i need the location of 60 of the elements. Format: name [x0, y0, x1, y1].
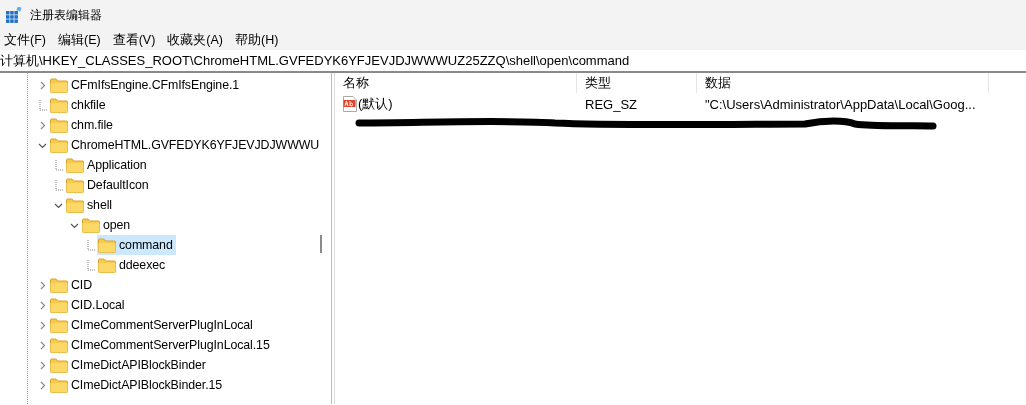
tree-connector-line — [86, 259, 95, 271]
chevron-right-icon[interactable] — [38, 80, 47, 90]
tree-connector-line — [86, 239, 95, 251]
folder-icon — [98, 237, 116, 253]
chevron-right-icon[interactable] — [38, 120, 47, 130]
menu-item[interactable]: 帮助(H) — [229, 31, 285, 49]
chevron-right-icon[interactable] — [38, 340, 47, 350]
tree-item[interactable]: ddeexec — [97, 255, 169, 275]
menu-item[interactable]: 编辑(E) — [51, 31, 107, 49]
folder-icon — [50, 377, 68, 393]
tree-item[interactable]: CID — [49, 275, 96, 295]
tree-item[interactable]: CImeCommentServerPlugInLocal.15 — [49, 335, 273, 355]
folder-icon — [66, 177, 84, 193]
tree-item[interactable]: CImeDictAPIBlockBinder.15 — [49, 375, 226, 395]
value-data: "C:\Users\Administrator\AppData\Local\Goog... — [704, 96, 977, 112]
chevron-right-icon[interactable] — [38, 380, 47, 390]
chevron-right-icon[interactable] — [38, 320, 47, 330]
tree-connector-line — [54, 179, 63, 191]
tree-item[interactable]: CID.Local — [49, 295, 128, 315]
value-type: REG_SZ — [584, 96, 638, 112]
folder-icon — [50, 97, 68, 113]
folder-icon — [50, 77, 68, 93]
window-title: 注册表编辑器 — [30, 6, 102, 24]
scrollbar-thumb[interactable] — [320, 235, 322, 253]
folder-icon — [82, 217, 100, 233]
tree-item[interactable]: DefaultIcon — [65, 175, 152, 195]
folder-icon — [50, 297, 68, 313]
folder-icon — [66, 197, 84, 213]
tree-connector-line — [38, 99, 47, 111]
menu-item[interactable]: 查看(V) — [106, 31, 162, 49]
tree-item[interactable]: command — [97, 235, 176, 255]
tree-item[interactable]: shell — [65, 195, 115, 215]
chevron-right-icon[interactable] — [38, 360, 47, 370]
folder-icon — [98, 257, 116, 273]
folder-icon — [50, 317, 68, 333]
folder-icon — [50, 277, 68, 293]
column-header[interactable]: 名称 — [335, 73, 577, 93]
tree-item[interactable]: chm.file — [49, 115, 116, 135]
tree-item[interactable]: ChromeHTML.GVFEDYK6YFJEVJDJWWWU — [49, 135, 323, 155]
tree-item[interactable]: open — [81, 215, 134, 235]
tree-item[interactable]: chkfile — [49, 95, 109, 115]
menu-item[interactable]: 收藏夹(A) — [161, 31, 229, 49]
column-header[interactable]: 数据 — [697, 73, 989, 93]
tree-item[interactable]: CImeDictAPIBlockBinder — [49, 355, 209, 375]
menu-item[interactable]: 文件(F) — [0, 31, 52, 49]
tree-item[interactable]: CFmIfsEngine.CFmIfsEngine.1 — [49, 75, 243, 95]
string-value-icon — [343, 96, 357, 112]
chevron-right-icon[interactable] — [38, 300, 47, 310]
tree-item[interactable]: CImeCommentServerPlugInLocal — [49, 315, 256, 335]
tree-item[interactable]: Application — [65, 155, 150, 175]
folder-icon — [66, 157, 84, 173]
folder-icon — [50, 117, 68, 133]
value-name: (默认) — [358, 95, 393, 113]
folder-icon — [50, 337, 68, 353]
app-icon — [6, 7, 22, 23]
tree-connector-line — [54, 159, 63, 171]
folder-icon — [50, 137, 68, 153]
column-header[interactable]: 类型 — [577, 73, 697, 93]
folder-icon — [50, 357, 68, 373]
chevron-right-icon[interactable] — [38, 280, 47, 290]
